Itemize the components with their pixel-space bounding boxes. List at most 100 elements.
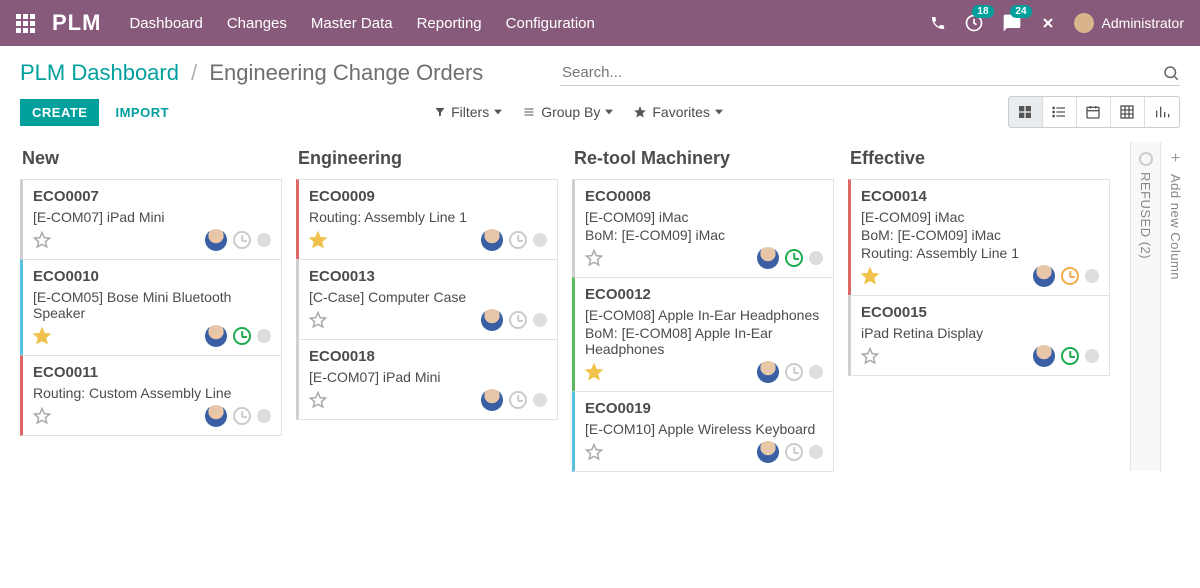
star-icon[interactable] [309, 311, 327, 329]
import-button[interactable]: IMPORT [115, 105, 169, 120]
activity-clock-icon[interactable] [233, 327, 251, 345]
card-eco: ECO0008 [585, 188, 823, 205]
kanban-state-icon[interactable] [809, 251, 823, 265]
apps-icon[interactable] [16, 14, 36, 33]
kanban-state-icon[interactable] [809, 445, 823, 459]
favorites-menu[interactable]: Favorites [633, 104, 723, 120]
star-icon[interactable] [309, 391, 327, 409]
card-line: Routing: Custom Assembly Line [33, 385, 271, 401]
search-icon[interactable] [1162, 64, 1180, 82]
kanban-card[interactable]: ECO0014[E-COM09] iMacBoM: [E-COM09] iMac… [848, 179, 1110, 296]
assignee-avatar-icon[interactable] [1033, 345, 1055, 367]
activity-clock-icon[interactable] [509, 311, 527, 329]
nav-changes[interactable]: Changes [227, 15, 287, 32]
assignee-avatar-icon[interactable] [757, 441, 779, 463]
assignee-avatar-icon[interactable] [757, 361, 779, 383]
kanban-state-icon[interactable] [257, 409, 271, 423]
kanban-state-icon[interactable] [1085, 269, 1099, 283]
activity-clock-icon[interactable] [509, 391, 527, 409]
filters-menu[interactable]: Filters [434, 104, 502, 120]
card-eco: ECO0012 [585, 286, 823, 303]
kanban-card[interactable]: ECO0011Routing: Custom Assembly Line [20, 355, 282, 436]
kanban-state-icon[interactable] [257, 233, 271, 247]
assignee-avatar-icon[interactable] [757, 247, 779, 269]
kanban-column: Re-tool MachineryECO0008[E-COM09] iMacBo… [572, 142, 834, 471]
kanban-state-icon[interactable] [809, 365, 823, 379]
assignee-avatar-icon[interactable] [481, 229, 503, 251]
view-kanban-icon[interactable] [1009, 97, 1043, 127]
star-icon[interactable] [33, 231, 51, 249]
card-eco: ECO0013 [309, 268, 547, 285]
card-line: [E-COM09] iMac [861, 209, 1099, 225]
view-calendar-icon[interactable] [1077, 97, 1111, 127]
view-list-icon[interactable] [1043, 97, 1077, 127]
star-icon[interactable] [33, 327, 51, 345]
kanban-state-icon[interactable] [533, 393, 547, 407]
star-icon[interactable] [585, 363, 603, 381]
activity-clock-icon[interactable] [785, 249, 803, 267]
folded-column-refused[interactable]: REFUSED (2) [1130, 142, 1160, 471]
kanban-card[interactable]: ECO0015iPad Retina Display [848, 295, 1110, 376]
breadcrumb-root[interactable]: PLM Dashboard [20, 60, 179, 85]
activity-clock-icon[interactable] [509, 231, 527, 249]
kanban-card[interactable]: ECO0012[E-COM08] Apple In-Ear Headphones… [572, 277, 834, 392]
card-line: [C-Case] Computer Case [309, 289, 547, 305]
kanban-state-icon[interactable] [1085, 349, 1099, 363]
activity-icon[interactable]: 18 [964, 13, 984, 33]
assignee-avatar-icon[interactable] [481, 389, 503, 411]
star-icon[interactable] [585, 443, 603, 461]
search-input[interactable] [560, 60, 1162, 85]
column-title[interactable]: Re-tool Machinery [572, 142, 834, 179]
activity-clock-icon[interactable] [1061, 347, 1079, 365]
kanban-card[interactable]: ECO0010[E-COM05] Bose Mini Bluetooth Spe… [20, 259, 282, 356]
assignee-avatar-icon[interactable] [481, 309, 503, 331]
nav-master-data[interactable]: Master Data [311, 15, 393, 32]
kanban-card[interactable]: ECO0018[E-COM07] iPad Mini [296, 339, 558, 420]
group-by-menu[interactable]: Group By [522, 104, 613, 120]
star-icon[interactable] [861, 267, 879, 285]
star-icon[interactable] [309, 231, 327, 249]
activity-clock-icon[interactable] [785, 363, 803, 381]
star-icon[interactable] [861, 347, 879, 365]
card-eco: ECO0019 [585, 400, 823, 417]
view-pivot-icon[interactable] [1111, 97, 1145, 127]
activity-clock-icon[interactable] [233, 231, 251, 249]
add-column[interactable]: + Add new Column [1160, 142, 1190, 471]
assignee-avatar-icon[interactable] [205, 229, 227, 251]
column-title[interactable]: Effective [848, 142, 1110, 179]
activity-clock-icon[interactable] [785, 443, 803, 461]
card-line: BoM: [E-COM09] iMac [585, 227, 823, 243]
kanban-card[interactable]: ECO0008[E-COM09] iMacBoM: [E-COM09] iMac [572, 179, 834, 278]
user-menu[interactable]: Administrator [1074, 13, 1184, 33]
kanban-card[interactable]: ECO0009Routing: Assembly Line 1 [296, 179, 558, 260]
card-line: iPad Retina Display [861, 325, 1099, 341]
assignee-avatar-icon[interactable] [205, 405, 227, 427]
assignee-avatar-icon[interactable] [1033, 265, 1055, 287]
column-title[interactable]: New [20, 142, 282, 179]
assignee-avatar-icon[interactable] [205, 325, 227, 347]
star-icon[interactable] [585, 249, 603, 267]
kanban-state-icon[interactable] [257, 329, 271, 343]
star-icon[interactable] [33, 407, 51, 425]
phone-icon[interactable] [930, 15, 946, 31]
nav-reporting[interactable]: Reporting [417, 15, 482, 32]
card-line: BoM: [E-COM09] iMac [861, 227, 1099, 243]
close-icon[interactable] [1040, 15, 1056, 31]
top-bar: PLM Dashboard Changes Master Data Report… [0, 0, 1200, 46]
card-line: Routing: Assembly Line 1 [309, 209, 547, 225]
chat-icon[interactable]: 24 [1002, 13, 1022, 33]
nav-configuration[interactable]: Configuration [506, 15, 595, 32]
activity-clock-icon[interactable] [1061, 267, 1079, 285]
kanban-card[interactable]: ECO0019[E-COM10] Apple Wireless Keyboard [572, 391, 834, 472]
kanban-state-icon[interactable] [533, 233, 547, 247]
create-button[interactable]: CREATE [20, 99, 99, 126]
view-graph-icon[interactable] [1145, 97, 1179, 127]
chat-badge: 24 [1010, 5, 1031, 18]
kanban-card[interactable]: ECO0013 [C-Case] Computer Case [296, 259, 558, 340]
kanban-card[interactable]: ECO0007[E-COM07] iPad Mini [20, 179, 282, 260]
column-title[interactable]: Engineering [296, 142, 558, 179]
activity-clock-icon[interactable] [233, 407, 251, 425]
kanban-state-icon[interactable] [533, 313, 547, 327]
top-nav: Dashboard Changes Master Data Reporting … [129, 15, 594, 32]
nav-dashboard[interactable]: Dashboard [129, 15, 202, 32]
